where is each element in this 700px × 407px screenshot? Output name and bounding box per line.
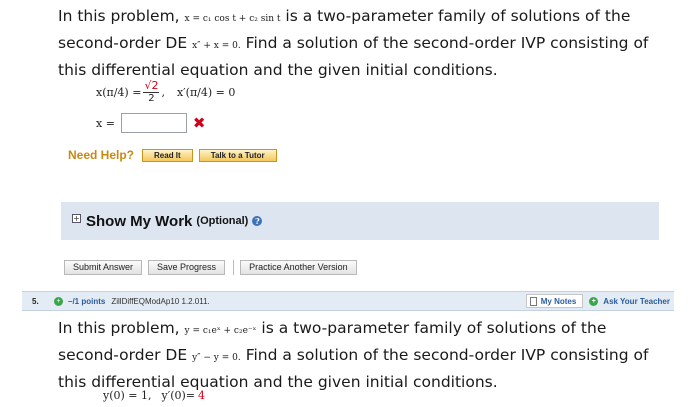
header-actions: My Notes + Ask Your Teacher bbox=[525, 294, 670, 308]
show-my-work-panel[interactable]: + Show My Work (Optional) ? bbox=[61, 202, 659, 240]
sqrt2-over-2: √2 2 bbox=[143, 79, 160, 104]
answer-input[interactable] bbox=[120, 113, 187, 133]
question-5-header: 5. + –/1 points ZillDiffEQModAp10 1.2.01… bbox=[22, 291, 674, 311]
answer-label: x = bbox=[96, 116, 115, 130]
de-equation: x″ + x = 0. bbox=[192, 41, 241, 51]
question-4-body: In this problem, x = c₁ cos t + c₂ sin t… bbox=[58, 4, 662, 82]
answer-row: x = ✖ bbox=[96, 113, 206, 133]
question-4-text: In this problem, x = c₁ cos t + c₂ sin t… bbox=[58, 7, 649, 79]
my-notes-button[interactable]: My Notes bbox=[525, 294, 584, 308]
ic-value: 4 bbox=[198, 389, 206, 402]
need-help-label: Need Help? bbox=[68, 148, 135, 162]
webassign-page: In this problem, x = c₁ cos t + c₂ sin t… bbox=[0, 0, 700, 407]
show-my-work-title: Show My Work bbox=[86, 212, 193, 230]
help-info-icon[interactable]: ? bbox=[252, 216, 263, 226]
optional-label: (Optional) bbox=[196, 215, 249, 227]
submit-row: Submit Answer Save Progress Practice Ano… bbox=[64, 260, 363, 275]
ask-plus-icon: + bbox=[589, 296, 599, 306]
incorrect-x-icon: ✖ bbox=[192, 114, 206, 132]
expand-plus-icon[interactable]: + bbox=[72, 213, 81, 223]
talk-to-tutor-button[interactable]: Talk to a Tutor bbox=[198, 148, 277, 162]
initial-conditions: x(π/4) = √2 2 , x′(π/4) = 0 bbox=[96, 79, 236, 105]
de-equation: y″ − y = 0. bbox=[192, 353, 241, 363]
divider bbox=[233, 260, 235, 275]
points-label: –/1 points bbox=[68, 296, 106, 306]
read-it-button[interactable]: Read It bbox=[142, 148, 193, 162]
question-5-text: In this problem, y = c₁eˣ + c₂e⁻ˣ is a t… bbox=[58, 319, 649, 391]
status-plus-icon: + bbox=[54, 296, 63, 306]
family-equation: y = c₁eˣ + c₂e⁻ˣ bbox=[184, 326, 257, 336]
initial-conditions-q5: y(0) = 1, y′(0)= 4 bbox=[103, 389, 206, 402]
save-progress-button[interactable]: Save Progress bbox=[148, 260, 226, 275]
question-number: 5. bbox=[32, 296, 39, 306]
family-equation: x = c₁ cos t + c₂ sin t bbox=[184, 14, 281, 24]
note-icon bbox=[529, 296, 537, 306]
question-id: ZillDiffEQModAp10 1.2.011. bbox=[111, 296, 210, 306]
submit-answer-button[interactable]: Submit Answer bbox=[64, 260, 143, 275]
practice-another-version-button[interactable]: Practice Another Version bbox=[240, 260, 357, 275]
question-5-body: In this problem, y = c₁eˣ + c₂e⁻ˣ is a t… bbox=[58, 316, 662, 394]
ask-your-teacher-link[interactable]: + Ask Your Teacher bbox=[589, 296, 670, 306]
need-help-row: Need Help? Read It Talk to a Tutor bbox=[68, 148, 283, 162]
